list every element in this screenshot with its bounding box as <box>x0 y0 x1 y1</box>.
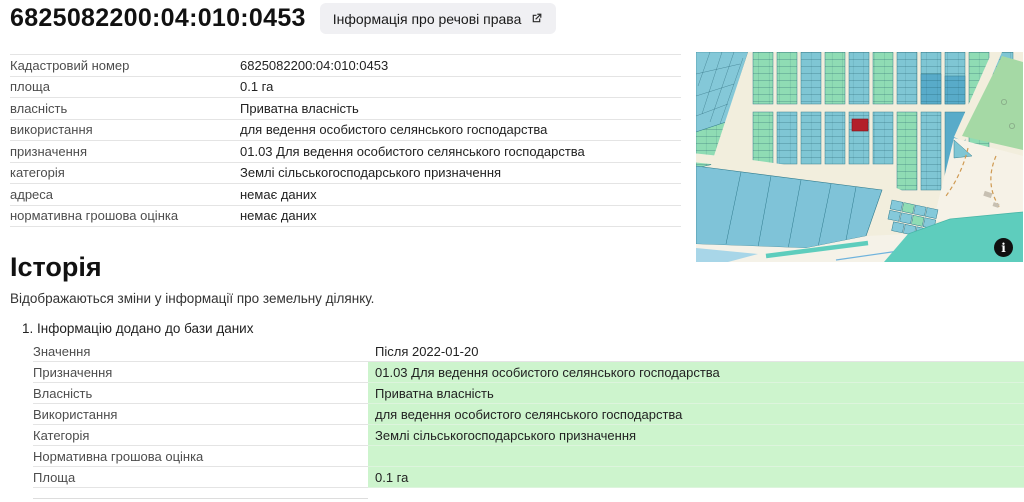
row-value: Приватна власність <box>240 101 681 116</box>
history-row-label: Нормативна грошова оцінка <box>33 446 368 467</box>
row-label: власність <box>10 101 240 116</box>
history-subtitle: Відображаються зміни у інформації про зе… <box>10 291 1024 306</box>
history-row-label: Значення <box>33 341 368 362</box>
next-item-divider <box>33 498 368 499</box>
table-row: призначення 01.03 Для ведення особистого… <box>10 141 681 163</box>
history-row: Категорія Землі сільськогосподарського п… <box>33 425 1024 446</box>
land-parcel-page: 6825082200:04:010:0453 Інформація про ре… <box>0 0 1024 502</box>
history-row-value: 0.1 га <box>368 467 1024 488</box>
table-row: площа 0.1 га <box>10 77 681 99</box>
history-row-value: Землі сільськогосподарського призначення <box>368 425 1024 446</box>
external-link-icon <box>530 12 543 25</box>
history-row-label: Площа <box>33 467 368 488</box>
history-item-index: 1. <box>22 321 33 336</box>
row-value: 01.03 Для ведення особистого селянського… <box>240 144 681 159</box>
history-section: Історія Відображаються зміни у інформаці… <box>10 252 1024 499</box>
header: 6825082200:04:010:0453 Інформація про ре… <box>10 3 556 34</box>
history-row: Нормативна грошова оцінка <box>33 446 1024 467</box>
rights-info-button-label: Інформація про речові права <box>333 11 522 27</box>
row-value: 6825082200:04:010:0453 <box>240 58 681 73</box>
history-row-label: Власність <box>33 383 368 404</box>
table-row: використання для ведення особистого селя… <box>10 120 681 142</box>
table-row: Кадастровий номер 6825082200:04:010:0453 <box>10 55 681 77</box>
history-row-label: Використання <box>33 404 368 425</box>
history-item-title: 1. Інформацію додано до бази даних <box>22 321 1024 337</box>
page-title: 6825082200:04:010:0453 <box>10 4 306 33</box>
row-label: нормативна грошова оцінка <box>10 208 240 223</box>
table-row: нормативна грошова оцінка немає даних <box>10 206 681 228</box>
row-label: призначення <box>10 144 240 159</box>
row-value: 0.1 га <box>240 79 681 94</box>
history-row: Використання для ведення особистого селя… <box>33 404 1024 425</box>
history-row-value: Приватна власність <box>368 383 1024 404</box>
rights-info-button[interactable]: Інформація про речові права <box>320 3 557 34</box>
history-row-label: Категорія <box>33 425 368 446</box>
history-row: Призначення 01.03 Для ведення особистого… <box>33 362 1024 383</box>
row-value: Землі сільськогосподарського призначення <box>240 165 681 180</box>
selected-parcel[interactable] <box>852 119 868 131</box>
history-row: Власність Приватна власність <box>33 383 1024 404</box>
table-row: категорія Землі сільськогосподарського п… <box>10 163 681 185</box>
history-row-label: Призначення <box>33 362 368 383</box>
history-heading: Історія <box>10 252 1024 283</box>
parcel-details-table: Кадастровий номер 6825082200:04:010:0453… <box>10 54 681 227</box>
history-table: Значення Після 2022-01-20 Призначення 01… <box>33 341 1024 488</box>
history-row: Значення Після 2022-01-20 <box>33 341 1024 362</box>
row-label: Кадастровий номер <box>10 58 240 73</box>
history-item-label: Інформацію додано до бази даних <box>37 321 253 336</box>
row-value: немає даних <box>240 208 681 223</box>
cadastral-map[interactable]: i <box>696 52 1023 262</box>
row-value: для ведення особистого селянського госпо… <box>240 122 681 137</box>
history-row-value: 01.03 Для ведення особистого селянського… <box>368 362 1024 383</box>
row-value: немає даних <box>240 187 681 202</box>
history-row-value: Після 2022-01-20 <box>368 341 1024 362</box>
history-row-value <box>368 446 1024 467</box>
cadastral-map-canvas <box>696 52 1023 262</box>
row-label: категорія <box>10 165 240 180</box>
table-row: адреса немає даних <box>10 184 681 206</box>
history-row-value: для ведення особистого селянського госпо… <box>368 404 1024 425</box>
row-label: використання <box>10 122 240 137</box>
table-row: власність Приватна власність <box>10 98 681 120</box>
row-label: площа <box>10 79 240 94</box>
row-label: адреса <box>10 187 240 202</box>
history-row: Площа 0.1 га <box>33 467 1024 488</box>
